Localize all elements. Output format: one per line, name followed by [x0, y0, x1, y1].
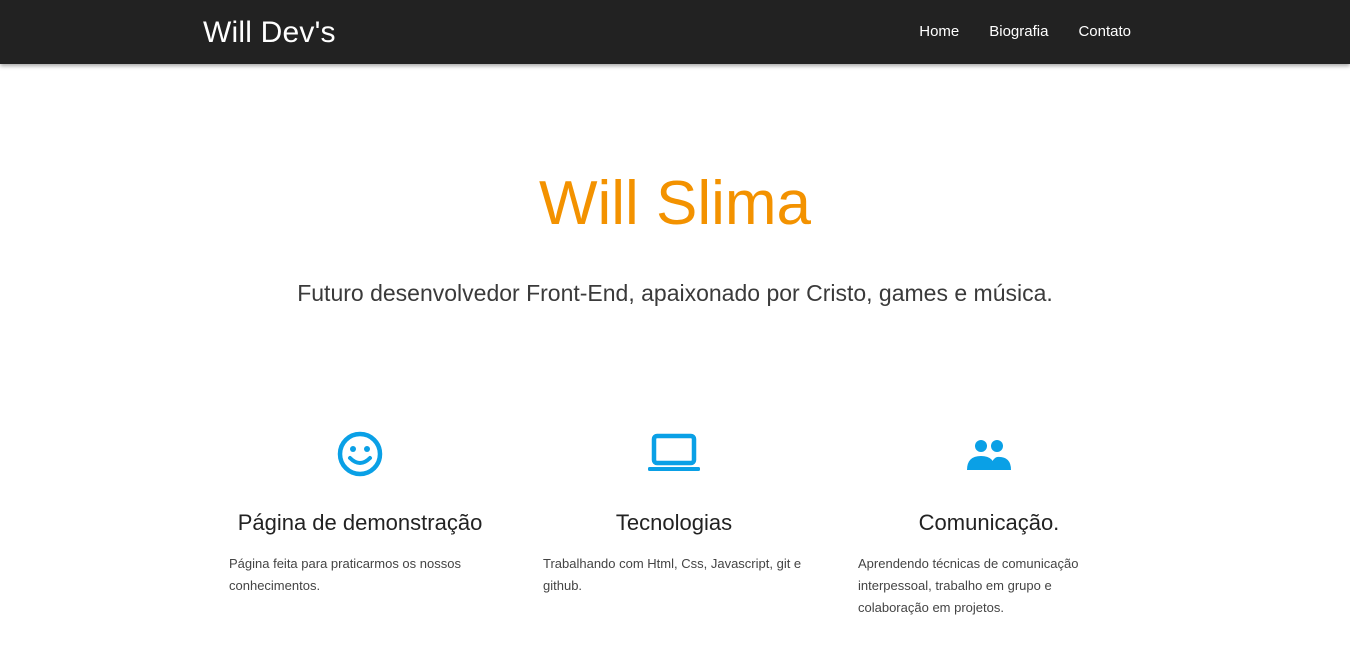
people-group-icon — [858, 430, 1120, 480]
nav-link-home[interactable]: Home — [919, 22, 959, 42]
feature-description: Trabalhando com Html, Css, Javascript, g… — [543, 556, 802, 593]
brand-logo-text[interactable]: Will Dev's — [203, 14, 336, 52]
hero-title: Will Slima — [538, 169, 812, 238]
laptop-icon — [543, 430, 805, 480]
feature-title: Página de demonstração — [237, 510, 483, 535]
hero-subtitle: Futuro desenvolvedor Front-End, apaixona… — [297, 280, 1053, 306]
feature-title: Comunicação. — [918, 510, 1060, 535]
nav-link-biografia[interactable]: Biografia — [989, 22, 1048, 42]
feature-card-comunicacao: Comunicação. Aprendendo técnicas de comu… — [858, 430, 1120, 619]
smiley-face-icon — [229, 430, 491, 480]
feature-description: Página feita para praticarmos os nossos … — [229, 556, 461, 593]
nav-link-contato[interactable]: Contato — [1078, 22, 1131, 42]
feature-description: Aprendendo técnicas de comunicação inter… — [858, 556, 1079, 615]
feature-card-demo: Página de demonstração Página feita para… — [229, 430, 491, 597]
feature-title: Tecnologias — [615, 510, 733, 535]
top-navbar: Will Dev's Home Biografia Contato — [0, 0, 1350, 64]
main-nav: Home Biografia Contato — [919, 22, 1131, 42]
feature-card-tecnologias: Tecnologias Trabalhando com Html, Css, J… — [543, 430, 805, 597]
